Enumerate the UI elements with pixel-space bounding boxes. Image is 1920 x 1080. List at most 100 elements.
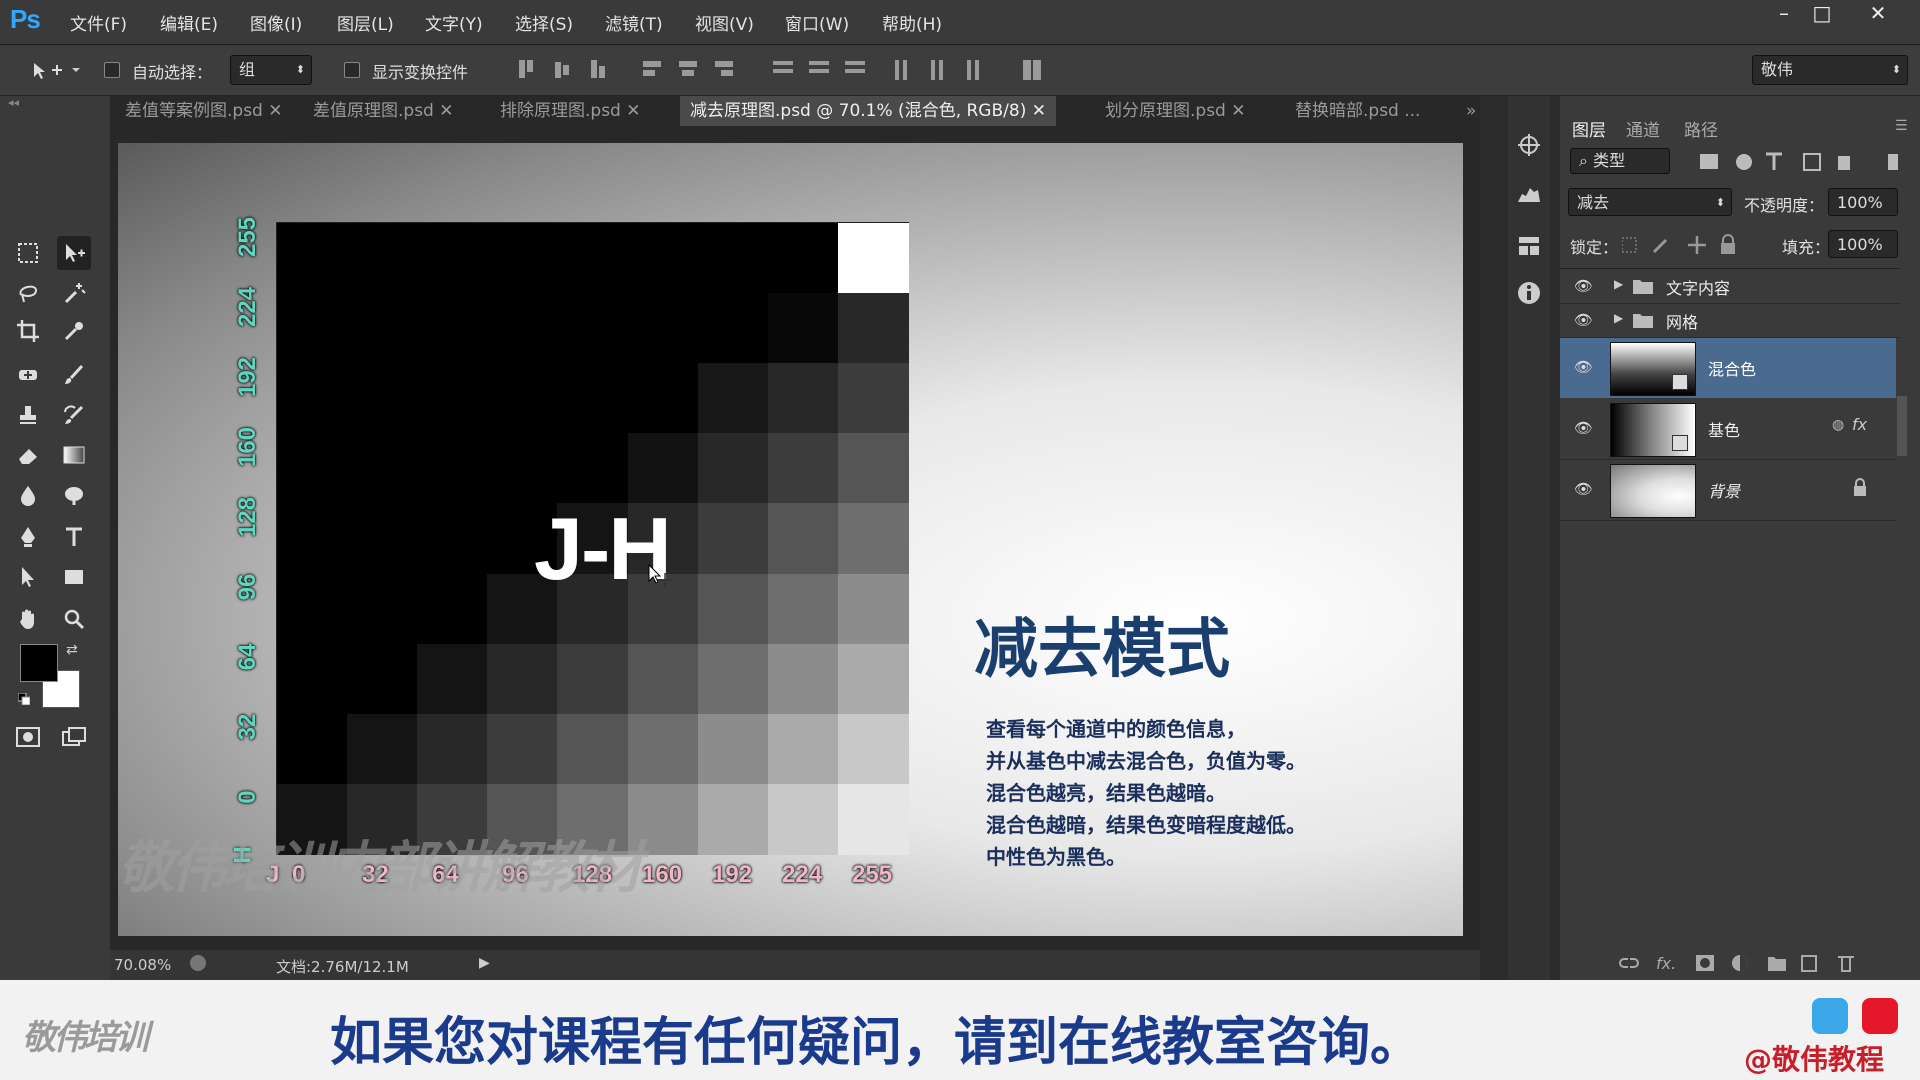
eye-icon[interactable]: 👁: [1574, 480, 1593, 498]
clone-stamp-tool-icon[interactable]: [11, 398, 45, 432]
document-canvas[interactable]: 255 224 192 160 128 96 64 32 0 H J-H J 0 32 64 96 128 1…: [118, 143, 1463, 936]
menu-image[interactable]: 图像(I): [250, 10, 302, 35]
histogram-icon[interactable]: [1516, 180, 1542, 206]
panel-menu-icon[interactable]: ☰: [1895, 118, 1908, 134]
blur-tool-icon[interactable]: [11, 478, 45, 512]
navigator-icon[interactable]: [1516, 132, 1542, 158]
dodge-tool-icon[interactable]: [57, 478, 91, 512]
magic-wand-tool-icon[interactable]: [57, 276, 91, 310]
tab-difference-cases[interactable]: 差值等案例图.psd ✕: [115, 96, 293, 126]
quick-mask-icon[interactable]: [11, 720, 45, 754]
foreground-color-swatch[interactable]: [20, 644, 58, 682]
grid-cell: [697, 713, 769, 785]
menu-view[interactable]: 视图(V): [695, 10, 754, 35]
eyedropper-tool-icon[interactable]: [57, 314, 91, 348]
brush-tool-icon[interactable]: [57, 358, 91, 392]
tab-close-icon[interactable]: ✕: [1231, 101, 1245, 121]
info-icon[interactable]: [1516, 280, 1542, 306]
properties-icon[interactable]: [1516, 234, 1542, 260]
layer-row-blend-color[interactable]: 👁 混合色: [1560, 338, 1896, 398]
lasso-tool-icon[interactable]: [11, 276, 45, 310]
auto-select-checkbox[interactable]: [104, 62, 120, 78]
document-size: 文档:2.76M/12.1M: [276, 958, 409, 976]
move-tool-icon[interactable]: [57, 236, 91, 270]
grid-cell: [697, 783, 769, 855]
tab-difference-principle[interactable]: 差值原理图.psd ✕: [303, 96, 464, 126]
rectangle-tool-icon[interactable]: [57, 560, 91, 594]
screen-mode-icon[interactable]: [57, 720, 91, 754]
menu-select[interactable]: 选择(S): [515, 10, 573, 35]
workspace-dropdown[interactable]: 敬伟 ⬍: [1752, 55, 1908, 85]
filter-type-icons[interactable]: [1700, 152, 1900, 172]
expand-arrow-icon[interactable]: ▶: [1614, 277, 1623, 291]
eye-icon[interactable]: 👁: [1574, 419, 1593, 437]
tab-close-icon[interactable]: ✕: [268, 101, 282, 121]
hand-tool-icon[interactable]: [11, 602, 45, 636]
close-button[interactable]: ✕: [1856, 0, 1900, 28]
grid-cell: [487, 293, 559, 365]
tab-channels[interactable]: 通道: [1626, 116, 1660, 141]
status-menu-arrow-icon[interactable]: ▶: [479, 955, 490, 971]
menu-help[interactable]: 帮助(H): [882, 10, 942, 35]
path-selection-tool-icon[interactable]: [11, 560, 45, 594]
x-tick-label: 192: [712, 861, 753, 888]
layer-group-grid[interactable]: 👁 ▶ 网格: [1560, 303, 1900, 338]
lock-option-icons[interactable]: [1622, 234, 1742, 256]
tab-close-icon[interactable]: ✕: [1032, 101, 1046, 121]
tab-paths[interactable]: 路径: [1684, 116, 1718, 141]
eye-icon[interactable]: 👁: [1574, 358, 1593, 376]
eraser-tool-icon[interactable]: [11, 438, 45, 472]
menu-edit[interactable]: 编辑(E): [160, 10, 218, 35]
tab-replace-shadows[interactable]: 替换暗部.psd ...: [1285, 96, 1430, 126]
menu-file[interactable]: 文件(F): [70, 10, 127, 35]
blend-if-icon[interactable]: ◍: [1832, 417, 1844, 433]
tab-layers[interactable]: 图层: [1572, 116, 1606, 141]
opacity-input[interactable]: 100%: [1828, 188, 1898, 216]
eye-icon[interactable]: 👁: [1574, 277, 1593, 295]
fill-label: 填充：: [1782, 238, 1831, 257]
gradient-tool-icon[interactable]: [57, 438, 91, 472]
menu-filter[interactable]: 滤镜(T): [605, 10, 663, 35]
panel-scrollbar[interactable]: [1897, 396, 1907, 456]
pen-tool-icon[interactable]: [11, 520, 45, 554]
tab-exclusion-principle[interactable]: 排除原理图.psd ✕: [490, 96, 651, 126]
fx-icon[interactable]: fx: [1852, 415, 1867, 434]
tab-subtract-principle[interactable]: 减去原理图.psd @ 70.1% (混合色, RGB/8) ✕: [680, 96, 1056, 126]
brand-logo: 敬伟培训: [22, 1018, 149, 1058]
tab-overflow-button[interactable]: »: [1466, 96, 1476, 126]
move-tool-preset-icon[interactable]: [30, 59, 82, 81]
healing-brush-tool-icon[interactable]: [11, 358, 45, 392]
zoom-tool-icon[interactable]: [57, 602, 91, 636]
history-brush-tool-icon[interactable]: [57, 398, 91, 432]
tab-close-icon[interactable]: ✕: [439, 101, 453, 121]
proof-icon[interactable]: [190, 955, 206, 971]
y-tick-label: 128: [234, 496, 261, 538]
grid-cell: [557, 293, 629, 365]
eye-icon[interactable]: 👁: [1574, 311, 1593, 329]
menu-type[interactable]: 文字(Y): [425, 10, 483, 35]
auto-select-dropdown[interactable]: 组 ⬍: [230, 55, 312, 85]
fill-input[interactable]: 100%: [1828, 230, 1898, 258]
crop-tool-icon[interactable]: [11, 314, 45, 348]
menu-window[interactable]: 窗口(W): [785, 10, 849, 35]
blend-mode-dropdown[interactable]: 减去 ⬍: [1568, 188, 1732, 216]
align-distribute-icons[interactable]: [515, 57, 1045, 83]
type-tool-icon[interactable]: [57, 520, 91, 554]
lock-icon[interactable]: [1852, 478, 1868, 498]
layer-group-text-content[interactable]: 👁 ▶ 文字内容: [1560, 269, 1900, 304]
zoom-level[interactable]: 70.08%: [114, 956, 171, 974]
tab-divide-principle[interactable]: 划分原理图.psd ✕: [1095, 96, 1256, 126]
layers-bottom-icons[interactable]: fx.: [1616, 951, 1886, 975]
expand-arrow-icon[interactable]: ▶: [1614, 311, 1623, 325]
tab-close-icon[interactable]: ✕: [626, 101, 640, 121]
restore-button[interactable]: □: [1800, 0, 1844, 28]
swap-colors-icon[interactable]: ⇄: [66, 642, 78, 658]
layer-row-base-color[interactable]: 👁 基色 ◍ fx: [1560, 399, 1896, 460]
collapse-arrows-icon[interactable]: ◂◂: [8, 96, 19, 109]
show-transform-checkbox[interactable]: [344, 62, 360, 78]
layer-filter-dropdown[interactable]: ⌕ 类型: [1570, 148, 1670, 174]
marquee-tool-icon[interactable]: [11, 236, 45, 270]
layer-row-background[interactable]: 👁 背景: [1560, 460, 1896, 521]
default-colors-icon[interactable]: [17, 690, 31, 706]
menu-layer[interactable]: 图层(L): [337, 10, 394, 35]
